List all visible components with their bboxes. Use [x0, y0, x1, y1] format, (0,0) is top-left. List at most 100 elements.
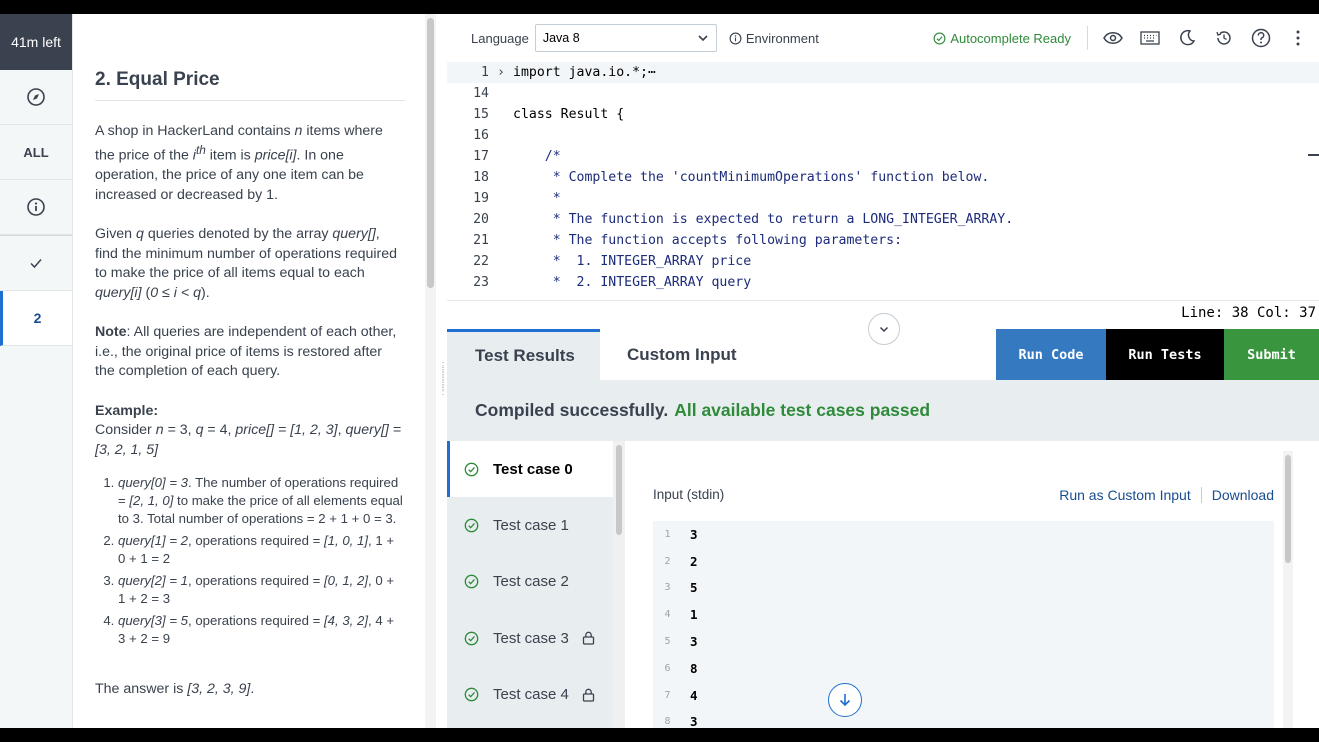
code-line[interactable]: 1 › import java.io.*;⋯ — [447, 62, 1319, 83]
code-text: * — [513, 191, 561, 206]
stdin-value: 3 — [690, 634, 698, 650]
problem-scrollbar-thumb[interactable] — [427, 18, 434, 288]
stdin-value: 5 — [690, 580, 698, 596]
tab-test-results[interactable]: Test Results — [447, 329, 600, 380]
submit-button[interactable]: Submit — [1224, 329, 1319, 380]
stdin-line-number: 1 — [664, 528, 671, 540]
code-text: * 2. INTEGER_ARRAY query — [513, 275, 752, 290]
test-case-item[interactable]: Test case 2 — [447, 554, 613, 611]
stdin-row: 83 — [653, 709, 1274, 728]
stdin-row: 35 — [653, 575, 1274, 602]
line-number: 18 — [473, 170, 489, 185]
run-as-custom-input-link[interactable]: Run as Custom Input — [1059, 487, 1191, 503]
problem-scrollbar[interactable] — [425, 14, 436, 728]
test-case-detail: Input (stdin) Run as Custom Input Downlo… — [625, 441, 1319, 728]
step-text: , operations required = — [188, 613, 325, 629]
input-actions: Run as Custom Input Download — [1059, 487, 1274, 503]
panel-resize-handle[interactable]: ⋮ ⋮ ⋮ ⋮ ⋮ ⋮ — [438, 362, 448, 402]
environment-button[interactable]: Environment — [729, 31, 819, 46]
info-icon — [729, 32, 742, 44]
code-line[interactable]: 14 — [447, 83, 1319, 104]
step-query: query[2] = 1 — [118, 573, 189, 589]
code-line[interactable]: 19 * — [447, 188, 1319, 209]
code-line[interactable]: 17 /* — [447, 146, 1319, 167]
line-number: 1 — [481, 65, 489, 80]
test-case-item[interactable]: Test case 3 — [447, 610, 613, 667]
step-query: query[0] = 3 — [118, 475, 189, 491]
step-text: , operations required = — [188, 533, 325, 549]
stdin-row: 74 — [653, 682, 1274, 709]
code-line[interactable]: 22 * 1. INTEGER_ARRAY price — [447, 251, 1319, 272]
test-case-item[interactable]: Test case 4 — [447, 667, 613, 724]
code-text: import java.io.*;⋯ — [513, 65, 656, 80]
code-editor[interactable]: 1 › import java.io.*;⋯ 14 15 class Result {… — [447, 62, 1319, 302]
code-line[interactable]: 23 * 2. INTEGER_ARRAY query — [447, 272, 1319, 293]
test-case-scrollbar-thumb[interactable] — [616, 445, 622, 535]
lock-icon — [582, 688, 595, 702]
more-vertical-icon — [1296, 30, 1300, 46]
code-line[interactable]: 18 * Complete the 'countMinimumOperation… — [447, 167, 1319, 188]
timer-text: 41m left — [11, 34, 61, 50]
collapse-panel-button[interactable] — [868, 313, 900, 345]
line-number: 17 — [473, 149, 489, 164]
run-tests-label: Run Tests — [1128, 346, 1202, 363]
problem-given: Given q queries denoted by the array que… — [95, 225, 405, 303]
step-query: query[3] = 5 — [118, 613, 189, 629]
app-frame: 41m left ALL 2 2. Equal Price A shop in … — [0, 14, 1319, 728]
compass-button[interactable] — [0, 70, 72, 125]
code-line[interactable]: 21 * The function accepts following para… — [447, 230, 1319, 251]
run-code-button[interactable]: Run Code — [996, 329, 1106, 380]
test-case-scrollbar[interactable] — [613, 441, 625, 728]
scroll-down-button[interactable] — [828, 683, 862, 717]
line-number: 21 — [473, 233, 489, 248]
run-tests-button[interactable]: Run Tests — [1106, 329, 1224, 380]
action-divider — [1200, 487, 1202, 503]
question-1-button[interactable] — [0, 236, 72, 291]
more-options-button[interactable] — [1287, 27, 1309, 49]
run-code-label: Run Code — [1018, 346, 1084, 363]
keyboard-button[interactable] — [1139, 27, 1161, 49]
theme-button[interactable] — [1176, 27, 1198, 49]
info-button[interactable] — [0, 180, 72, 235]
test-case-item[interactable]: Test case 1 — [447, 497, 613, 554]
language-value: Java 8 — [542, 31, 580, 45]
code-line[interactable]: 16 — [447, 125, 1319, 146]
language-select[interactable]: Java 8 — [534, 24, 717, 52]
given-text: queries denoted by the array — [143, 226, 333, 243]
intro-text: A shop in HackerLand contains — [95, 122, 295, 139]
problem-panel: 2. Equal Price A shop in HackerLand cont… — [73, 14, 425, 728]
detail-scrollbar-thumb[interactable] — [1285, 455, 1291, 563]
line-number: 15 — [473, 107, 489, 122]
eye-icon — [1103, 32, 1123, 44]
help-button[interactable] — [1250, 27, 1272, 49]
submit-label: Submit — [1247, 346, 1296, 363]
line-number: 20 — [473, 212, 489, 227]
example-var: n — [155, 422, 164, 439]
tab-custom-input[interactable]: Custom Input — [600, 329, 996, 380]
fold-toggle[interactable]: › — [489, 65, 513, 80]
autocomplete-status[interactable]: Autocomplete Ready — [933, 31, 1071, 46]
stdin-row: 41 — [653, 601, 1274, 628]
download-link[interactable]: Download — [1212, 487, 1274, 503]
result-summary: Compiled successfully. All available tes… — [447, 380, 1319, 441]
example-step: query[0] = 3. The number of operations r… — [118, 474, 405, 528]
history-button[interactable] — [1213, 27, 1235, 49]
autocomplete-label: Autocomplete Ready — [950, 30, 1071, 46]
given-var-q: q — [136, 226, 144, 243]
question-2-button[interactable]: 2 — [0, 291, 72, 346]
all-questions-button[interactable]: ALL — [0, 125, 72, 180]
given-text: ). — [200, 284, 210, 301]
stdin-line-number: 7 — [664, 689, 671, 701]
test-case-label: Test case 0 — [493, 460, 573, 478]
detail-scrollbar[interactable] — [1283, 451, 1293, 728]
code-line[interactable]: 20 * The function is expected to return … — [447, 209, 1319, 230]
intro-superscript: th — [195, 143, 206, 157]
stdin-line-number: 4 — [664, 609, 671, 621]
preview-button[interactable] — [1102, 27, 1124, 49]
code-line[interactable]: 15 class Result { — [447, 104, 1319, 125]
stdin-value: 2 — [690, 553, 698, 569]
moon-icon — [1180, 29, 1196, 46]
test-case-item[interactable]: Test case 0 — [447, 441, 613, 497]
test-case-label: Test case 1 — [493, 516, 569, 534]
line-number: 22 — [473, 254, 489, 269]
